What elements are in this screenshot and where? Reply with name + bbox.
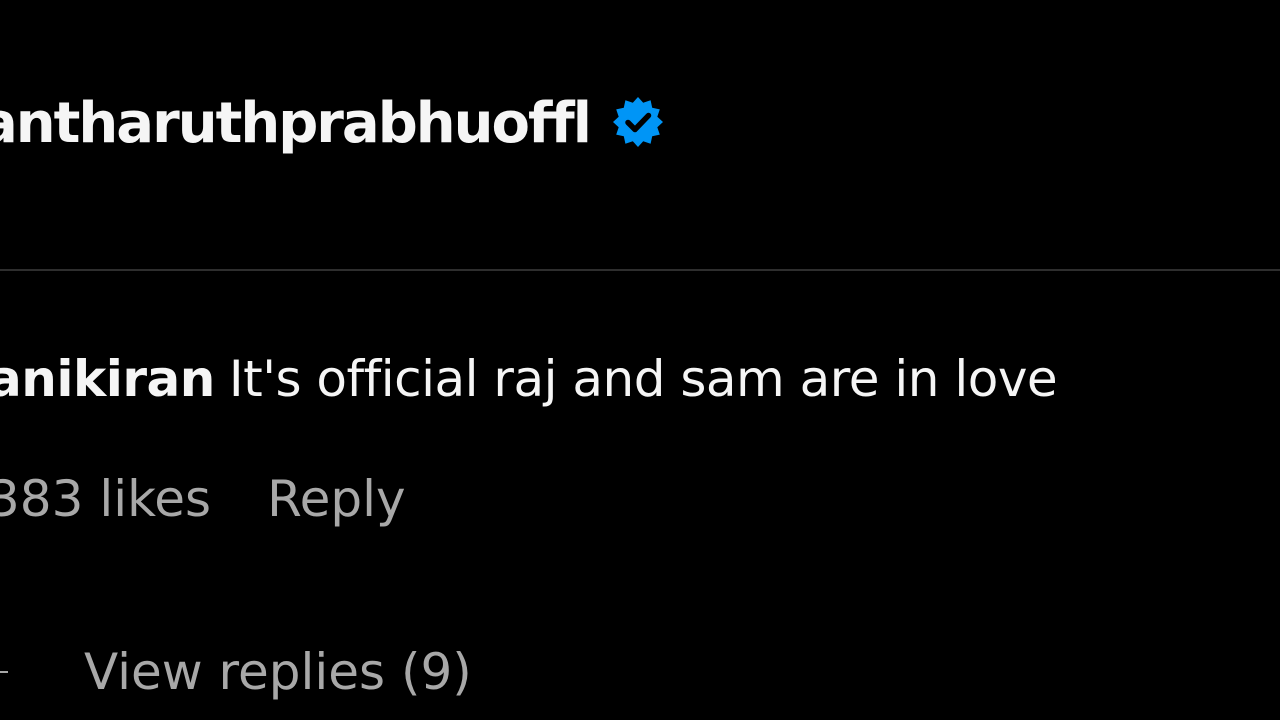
post-author-username[interactable]: antharuthprabhuoffl — [0, 96, 592, 152]
view-replies-row: View replies (9) — [0, 642, 472, 702]
comment-author-username[interactable]: anikiran — [0, 350, 215, 408]
comment-meta: 383 likes Reply — [0, 474, 406, 524]
post-header: antharuthprabhuoffl — [0, 84, 668, 164]
section-divider — [0, 269, 1280, 271]
verified-badge-icon — [608, 94, 668, 154]
comment-likes-count[interactable]: 383 likes — [0, 470, 211, 528]
reply-button[interactable]: Reply — [267, 470, 405, 528]
comment-body: anikiran It's official raj and sam are in… — [0, 354, 1058, 404]
replies-indicator-line — [0, 671, 8, 673]
verified-badge-svg — [612, 97, 663, 147]
comment-text: It's official raj and sam are in love — [228, 350, 1058, 408]
view-replies-button[interactable]: View replies (9) — [84, 647, 472, 697]
verified-badge-shape — [612, 97, 663, 147]
